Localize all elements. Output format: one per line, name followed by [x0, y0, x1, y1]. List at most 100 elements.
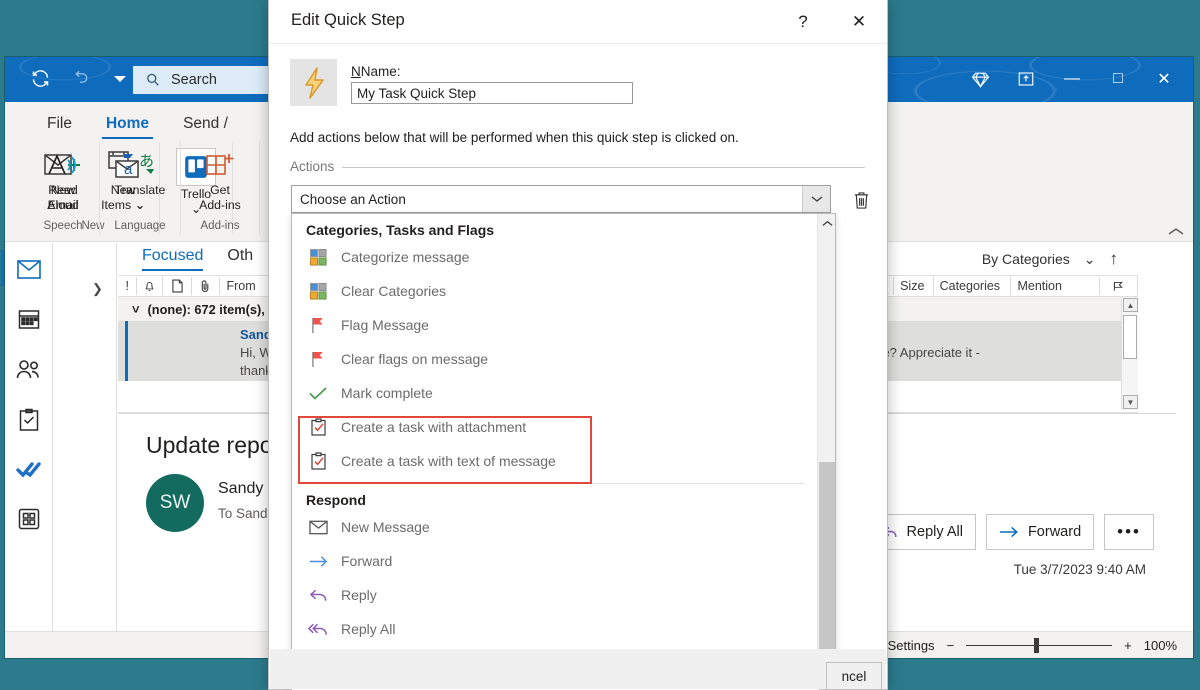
tab-send-receive[interactable]: Send / [179, 112, 232, 139]
dialog-body: NName: My Task Quick Step Add actions be… [269, 44, 887, 689]
help-button[interactable]: ? [781, 0, 825, 44]
dropdown-item-label: Categorize message [341, 249, 469, 265]
column-importance[interactable]: ! [118, 277, 137, 295]
actions-section-label: Actions [290, 159, 334, 174]
chevron-down-icon[interactable] [802, 186, 830, 212]
focused-other-tabs: Focused Oth [142, 247, 253, 271]
translate-icon: a あ [122, 148, 158, 182]
sidebar-item-tasks[interactable] [13, 403, 45, 435]
email-date: Tue 3/7/2023 9:40 AM [1014, 562, 1146, 577]
scrollbar-thumb[interactable] [1123, 315, 1137, 359]
column-mention[interactable]: Mention [1011, 277, 1100, 295]
dialog-footer [270, 649, 886, 689]
chevron-down-icon[interactable]: ⌄ [1084, 251, 1096, 268]
zoom-level-label[interactable]: 100% [1144, 638, 1177, 653]
diamond-icon[interactable] [957, 61, 1003, 97]
column-categories[interactable]: Categories [934, 277, 1012, 295]
name-input[interactable]: My Task Quick Step [351, 82, 633, 104]
sidebar-item-todo[interactable] [13, 453, 45, 485]
actions-section-divider [342, 167, 865, 168]
close-icon[interactable]: ✕ [837, 0, 881, 44]
dropdown-item-forward[interactable]: Forward [292, 544, 817, 578]
undo-icon[interactable] [67, 65, 93, 91]
scroll-down-button[interactable]: ▼ [1123, 395, 1138, 409]
close-button[interactable]: ✕ [1141, 61, 1187, 97]
chevron-down-icon[interactable] [107, 65, 133, 91]
dropdown-item-label: Create a task with text of message [341, 453, 556, 469]
avatar: SW [146, 474, 204, 532]
tab-focused[interactable]: Focused [142, 247, 203, 271]
dialog-description: Add actions below that will be performed… [290, 130, 739, 145]
forward-button[interactable]: Forward [986, 514, 1094, 550]
dropdown-item-clear-flags[interactable]: Clear flags on message [292, 342, 817, 376]
lightning-bolt-icon[interactable] [290, 59, 337, 106]
task-icon [308, 451, 328, 471]
column-flag[interactable] [1100, 277, 1138, 295]
reply-icon [308, 585, 328, 605]
sidebar-item-mail[interactable] [13, 253, 45, 285]
name-label-rest: Name: [361, 64, 401, 79]
search-icon [145, 72, 161, 88]
dropdown-scrollbar[interactable] [817, 214, 835, 690]
dropdown-item-label: Create a task with attachment [341, 419, 526, 435]
dropdown-item-flag-message[interactable]: Flag Message [292, 308, 817, 342]
flag-icon [308, 315, 328, 335]
column-size[interactable]: Size [894, 277, 934, 295]
get-addins-button[interactable]: Get Add-ins [188, 145, 252, 215]
trash-icon[interactable] [847, 187, 875, 213]
sort-direction-icon[interactable]: ↑ [1110, 249, 1119, 269]
action-dropdown-list[interactable]: Categories, Tasks and Flags Categorize m… [291, 213, 836, 690]
dropdown-item-create-task-with-attachment[interactable]: Create a task with attachment [292, 410, 817, 444]
sort-controls: By Categories ⌄ ↑ [982, 249, 1118, 269]
dropdown-item-label: Flag Message [341, 317, 429, 333]
sort-by-label[interactable]: By Categories [982, 251, 1070, 267]
reply-all-icon [308, 619, 328, 639]
tab-other[interactable]: Oth [227, 247, 253, 271]
ribbon-group-language-label: Language [114, 220, 165, 234]
column-reminder[interactable] [137, 277, 163, 295]
sidebar-item-people[interactable] [13, 353, 45, 385]
ribbon-group-addins-label: Add-ins [201, 220, 240, 234]
zoom-slider[interactable] [966, 645, 1112, 646]
zoom-slider-thumb[interactable] [1034, 638, 1039, 653]
column-icon[interactable] [163, 277, 192, 295]
maximize-button[interactable]: □ [1095, 61, 1141, 97]
zoom-in-button[interactable]: + [1124, 638, 1132, 653]
name-input-value: My Task Quick Step [357, 86, 476, 101]
column-attachment[interactable] [192, 277, 221, 295]
dropdown-item-mark-complete[interactable]: Mark complete [292, 376, 817, 410]
translate-button[interactable]: a あ Translate ⌄ [107, 145, 173, 215]
message-list-scrollbar[interactable]: ▲ ▼ [1121, 297, 1138, 410]
collapse-ribbon-button[interactable] [1167, 226, 1185, 237]
dropdown-item-create-task-with-text[interactable]: Create a task with text of message [292, 444, 817, 478]
choose-action-combobox[interactable]: Choose an Action [291, 185, 831, 213]
minimize-button[interactable]: — [1049, 61, 1095, 97]
zoom-out-button[interactable]: − [947, 638, 955, 653]
read-aloud-icon [45, 148, 81, 182]
dropdown-item-reply-all[interactable]: Reply All [292, 612, 817, 646]
sidebar-item-calendar[interactable] [13, 303, 45, 335]
expand-folder-pane-button[interactable]: ❯ [92, 281, 103, 297]
chevron-up-icon[interactable] [818, 214, 836, 232]
cancel-button[interactable]: ncel [826, 662, 882, 690]
scroll-up-button[interactable]: ▲ [1123, 298, 1138, 312]
restore-panel-icon[interactable] [1003, 61, 1049, 97]
tab-home[interactable]: Home [102, 112, 153, 139]
dropdown-item-label: Clear Categories [341, 283, 446, 299]
ribbon-group-language: a あ Translate ⌄ Language [100, 142, 181, 234]
forward-icon [999, 525, 1019, 539]
read-aloud-button[interactable]: Read Aloud [34, 145, 92, 215]
more-actions-button[interactable]: ••• [1104, 514, 1154, 550]
search-placeholder: Search [171, 72, 217, 88]
dropdown-item-categorize-message[interactable]: Categorize message [292, 240, 817, 274]
sidebar-item-more-apps[interactable] [13, 503, 45, 535]
dropdown-item-clear-categories[interactable]: Clear Categories [292, 274, 817, 308]
get-addins-icon [204, 148, 236, 182]
dropdown-item-new-message[interactable]: New Message [292, 510, 817, 544]
sync-icon[interactable] [27, 65, 53, 91]
email-recipients: To Sand [218, 506, 268, 521]
dropdown-item-reply[interactable]: Reply [292, 578, 817, 612]
dropdown-item-label: Mark complete [341, 385, 433, 401]
tab-file[interactable]: File [43, 112, 76, 139]
flag-icon [308, 349, 328, 369]
